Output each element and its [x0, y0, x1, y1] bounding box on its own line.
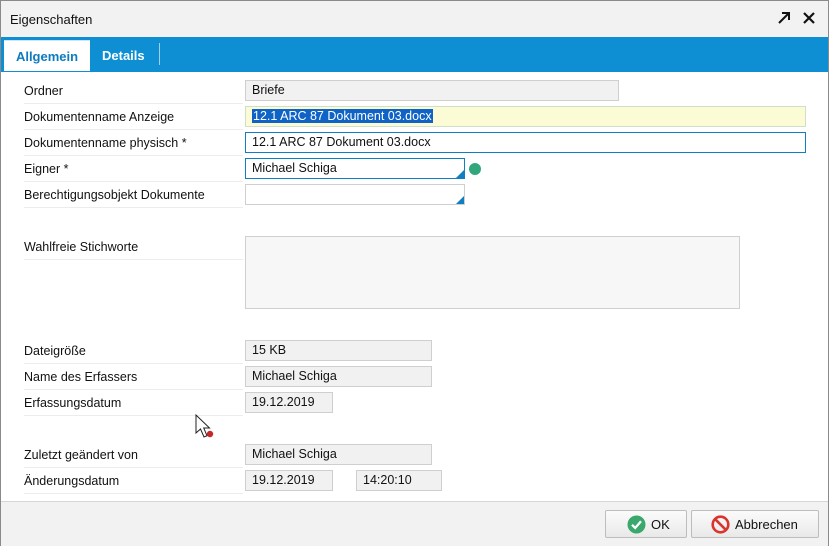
- keywords-label: Wahlfreie Stichworte: [24, 237, 243, 260]
- doc-name-display-field[interactable]: 12.1 ARC 87 Dokument 03.docx: [245, 106, 806, 127]
- tab-allgemein[interactable]: Allgemein: [4, 40, 90, 72]
- tab-separator: [159, 43, 160, 65]
- cancel-button[interactable]: Abbrechen: [691, 510, 819, 538]
- expand-arrow-icon[interactable]: [776, 10, 792, 26]
- mouse-pointer-icon: [195, 413, 217, 443]
- permission-object-dropdown[interactable]: [245, 184, 465, 205]
- ok-label: OK: [651, 517, 670, 532]
- doc-name-display-label: Dokumentenname Anzeige: [24, 107, 243, 130]
- properties-dialog: Eigenschaften Allgemein Details Ordner B…: [0, 0, 829, 546]
- keywords-textarea[interactable]: [245, 236, 740, 309]
- owner-dropdown[interactable]: Michael Schiga: [245, 158, 465, 179]
- created-date-label: Erfassungsdatum: [24, 393, 243, 416]
- permission-object-label: Berechtigungsobjekt Dokumente: [24, 185, 243, 208]
- tab-details[interactable]: Details: [102, 40, 145, 71]
- modified-date-label: Änderungsdatum: [24, 471, 243, 494]
- title-bar: Eigenschaften: [1, 1, 828, 38]
- dialog-footer: OK Abbrechen: [1, 501, 828, 546]
- tab-bar: Allgemein Details: [1, 37, 828, 72]
- creator-label: Name des Erfassers: [24, 367, 243, 390]
- ok-button[interactable]: OK: [605, 510, 687, 538]
- dropdown-corner-icon: [456, 170, 464, 178]
- cancel-label: Abbrechen: [735, 517, 798, 532]
- owner-value: Michael Schiga: [252, 161, 337, 175]
- creator-field: Michael Schiga: [245, 366, 432, 387]
- modified-time-field: 14:20:10: [356, 470, 442, 491]
- modified-by-label: Zuletzt geändert von: [24, 445, 243, 468]
- doc-name-physical-field[interactable]: 12.1 ARC 87 Dokument 03.docx: [245, 132, 806, 153]
- tab-underline: [1, 71, 828, 72]
- owner-label: Eigner *: [24, 159, 243, 182]
- file-size-label: Dateigröße: [24, 341, 243, 364]
- doc-name-display-value: 12.1 ARC 87 Dokument 03.docx: [252, 109, 433, 123]
- modified-date-field: 19.12.2019: [245, 470, 333, 491]
- created-date-field: 19.12.2019: [245, 392, 333, 413]
- close-icon[interactable]: [801, 10, 817, 26]
- doc-name-physical-label: Dokumentenname physisch *: [24, 133, 243, 156]
- modified-by-field: Michael Schiga: [245, 444, 432, 465]
- dropdown-corner-icon: [456, 196, 464, 204]
- prohibited-icon: [711, 515, 730, 537]
- ordner-label: Ordner: [24, 81, 243, 104]
- check-circle-icon: [627, 515, 646, 537]
- ordner-field: Briefe: [245, 80, 619, 101]
- owner-status-dot-icon: [469, 163, 481, 175]
- dialog-title: Eigenschaften: [10, 12, 93, 27]
- file-size-field: 15 KB: [245, 340, 432, 361]
